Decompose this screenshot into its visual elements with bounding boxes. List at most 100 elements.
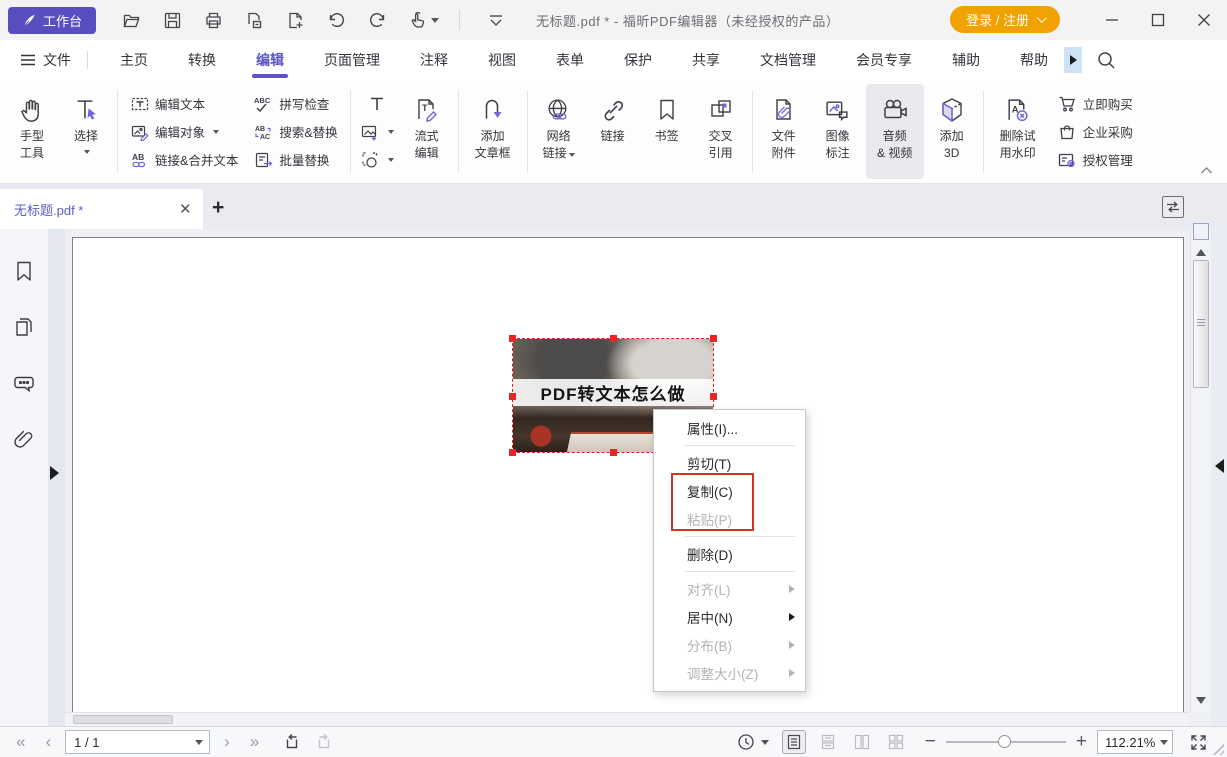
page-number-combobox[interactable]: 1 / 1	[65, 730, 210, 754]
tab-accessibility[interactable]: 辅助	[938, 40, 994, 80]
zoom-out-button[interactable]: −	[925, 731, 936, 753]
audio-video-button[interactable]: 音频 & 视频	[866, 84, 924, 179]
add-shape-button[interactable]	[357, 148, 398, 172]
resize-handle-nw[interactable]	[509, 335, 516, 342]
switch-tabs-icon[interactable]	[1162, 196, 1184, 218]
vertical-scrollbar-thumb[interactable]	[1193, 260, 1209, 388]
close-button[interactable]	[1181, 0, 1227, 40]
add-text-button[interactable]	[357, 92, 398, 116]
menu-item-delete[interactable]: 删除(D)	[654, 540, 805, 568]
previous-view-button[interactable]	[281, 731, 303, 753]
image-annotation-button[interactable]: 图像 标注	[812, 84, 864, 179]
expand-right-panel-handle[interactable]	[1215, 459, 1224, 473]
open-file-icon[interactable]	[122, 11, 141, 30]
facing-view-button[interactable]	[850, 730, 874, 754]
tab-edit[interactable]: 编辑	[242, 40, 298, 80]
workbench-button[interactable]: 工作台	[8, 7, 96, 34]
new-tab-button[interactable]: +	[212, 196, 224, 220]
continuous-view-button[interactable]	[816, 730, 840, 754]
tab-member[interactable]: 会员专享	[842, 40, 926, 80]
zoom-in-button[interactable]: +	[1076, 731, 1087, 753]
horizontal-scrollbar-thumb[interactable]	[73, 715, 173, 724]
collapse-toolbar-icon[interactable]	[486, 12, 506, 28]
maximize-button[interactable]	[1135, 0, 1181, 40]
print-icon[interactable]	[204, 11, 223, 30]
new-file-icon[interactable]	[286, 11, 305, 30]
buy-now-button[interactable]: 立即购买	[1054, 92, 1137, 116]
hand-tool-button[interactable]: 手型 工具	[6, 84, 58, 179]
next-page-button[interactable]: ›	[224, 732, 230, 752]
zoom-combobox-caret[interactable]	[1155, 740, 1172, 745]
comments-panel-icon[interactable]	[12, 371, 36, 395]
bookmarks-panel-icon[interactable]	[12, 259, 36, 283]
add-article-box-button[interactable]: 添加 文章框	[464, 84, 522, 179]
tab-convert[interactable]: 转换	[174, 40, 230, 80]
horizontal-scrollbar[interactable]	[65, 712, 1190, 726]
spell-check-button[interactable]: ABC 拼写检查	[250, 92, 341, 116]
scrollbar-split-box[interactable]	[1193, 223, 1209, 240]
file-menu[interactable]: 文件	[20, 50, 71, 70]
tab-help[interactable]: 帮助	[1006, 40, 1062, 80]
history-caret[interactable]	[761, 740, 769, 745]
zoom-level-combobox[interactable]: 112.21%	[1097, 730, 1173, 754]
resize-handle-e[interactable]	[710, 393, 717, 400]
menu-item-cut[interactable]: 剪切(T)	[654, 449, 805, 477]
fullscreen-button[interactable]	[1187, 731, 1209, 753]
bookmark-button[interactable]: 书签	[641, 84, 693, 179]
search-icon[interactable]	[1096, 50, 1116, 70]
reading-history-button[interactable]	[735, 731, 757, 753]
expand-left-panel-handle[interactable]	[50, 466, 59, 480]
tab-page-manage[interactable]: 页面管理	[310, 40, 394, 80]
resize-handle-ne[interactable]	[710, 335, 717, 342]
add-3d-button[interactable]: 添加 3D	[926, 84, 978, 179]
batch-replace-button[interactable]: 批量替换	[250, 148, 341, 172]
attachments-panel-icon[interactable]	[12, 427, 36, 451]
single-page-view-button[interactable]	[782, 730, 806, 754]
prev-page-button[interactable]: ‹	[45, 732, 51, 752]
search-replace-button[interactable]: ABAC 搜索&替换	[250, 120, 341, 144]
link-merge-text-button[interactable]: AB 链接&合并文本	[126, 148, 242, 172]
select-tool-button[interactable]: 选择	[60, 84, 112, 179]
close-file-icon[interactable]	[245, 11, 264, 30]
undo-icon[interactable]	[327, 11, 346, 30]
resize-handle-s[interactable]	[610, 449, 617, 456]
first-page-button[interactable]: «	[16, 732, 25, 752]
link-button[interactable]: 链接	[587, 84, 639, 179]
add-image-button[interactable]	[357, 120, 398, 144]
tab-form[interactable]: 表单	[542, 40, 598, 80]
zoom-slider[interactable]	[946, 741, 1066, 743]
tab-view[interactable]: 视图	[474, 40, 530, 80]
tab-doc-manage[interactable]: 文档管理	[746, 40, 830, 80]
login-register-button[interactable]: 登录 / 注册	[950, 6, 1060, 33]
save-icon[interactable]	[163, 11, 182, 30]
tab-comment[interactable]: 注释	[406, 40, 462, 80]
facing-continuous-view-button[interactable]	[884, 730, 908, 754]
window-resize-grip[interactable]	[1210, 741, 1224, 755]
enterprise-purchase-button[interactable]: 企业采购	[1054, 120, 1137, 144]
file-attachment-button[interactable]: 文件 附件	[758, 84, 810, 179]
collapse-ribbon-icon[interactable]	[1200, 166, 1213, 175]
flow-edit-button[interactable]: T 流式 编辑	[401, 84, 453, 179]
tab-close-icon[interactable]: ✕	[179, 200, 203, 218]
edit-object-button[interactable]: 编辑对象	[126, 120, 242, 144]
resize-handle-w[interactable]	[509, 393, 516, 400]
last-page-button[interactable]: »	[250, 732, 259, 752]
pages-panel-icon[interactable]	[12, 315, 36, 339]
document-tab[interactable]: 无标题.pdf * ✕	[0, 189, 203, 229]
menu-item-center[interactable]: 居中(N)	[654, 603, 805, 631]
scroll-up-arrow[interactable]	[1196, 249, 1206, 256]
license-manage-button[interactable]: 授权管理	[1054, 148, 1137, 172]
tab-home[interactable]: 主页	[106, 40, 162, 80]
remove-trial-watermark-button[interactable]: A 删除试 用水印	[989, 84, 1047, 179]
resize-handle-sw[interactable]	[509, 449, 516, 456]
redo-icon[interactable]	[368, 11, 387, 30]
zoom-slider-thumb[interactable]	[998, 735, 1011, 748]
menu-item-properties[interactable]: 属性(I)...	[654, 414, 805, 442]
tab-share[interactable]: 共享	[678, 40, 734, 80]
web-link-button[interactable]: 网络 链接	[533, 84, 585, 179]
menu-overflow-button[interactable]	[1064, 47, 1082, 73]
minimize-button[interactable]	[1089, 0, 1135, 40]
page-combobox-caret[interactable]	[189, 740, 209, 745]
vertical-scrollbar[interactable]	[1190, 229, 1211, 712]
resize-handle-n[interactable]	[610, 335, 617, 342]
